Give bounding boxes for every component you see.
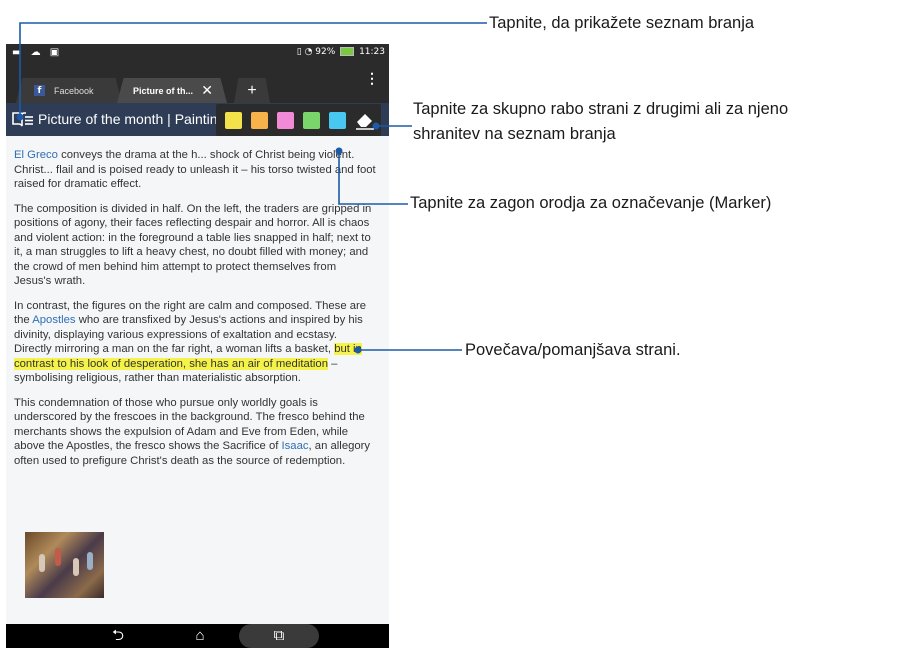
callout-line-marker — [338, 151, 408, 205]
callout-zoom: Povečava/pomanjšava strani. — [465, 341, 681, 359]
callout-marker: Tapnite za zagon orodja za označevanje (… — [410, 194, 772, 212]
callout-share-line1: Tapnite za skupno rabo strani z drugimi … — [413, 100, 789, 118]
callout-share-line2: shranitev na seznam branja — [413, 125, 616, 143]
callout-reading-list: Tapnite, da prikažete seznam branja — [489, 14, 755, 32]
